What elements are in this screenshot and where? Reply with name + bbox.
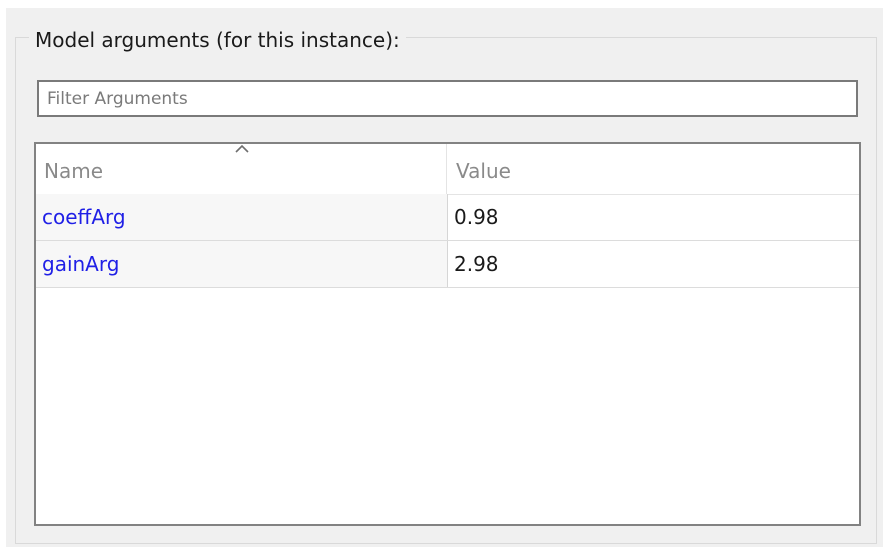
arguments-table: Name Value coeffArg 0.98 gainArg 2.98 bbox=[34, 142, 861, 526]
table-row[interactable]: gainArg 2.98 bbox=[36, 241, 859, 288]
chevron-up-icon bbox=[235, 144, 249, 153]
column-header-value-label: Value bbox=[456, 159, 511, 183]
group-title: Model arguments (for this instance): bbox=[29, 27, 406, 53]
filter-arguments-input[interactable] bbox=[37, 80, 858, 117]
column-header-name-label: Name bbox=[44, 159, 104, 183]
table-header: Name Value bbox=[36, 144, 859, 195]
table-row[interactable]: coeffArg 0.98 bbox=[36, 194, 859, 241]
argument-value-cell[interactable]: 0.98 bbox=[448, 194, 859, 240]
argument-value-cell[interactable]: 2.98 bbox=[448, 241, 859, 287]
argument-name-cell[interactable]: gainArg bbox=[36, 241, 448, 287]
column-header-name[interactable]: Name bbox=[36, 144, 447, 194]
argument-name-cell[interactable]: coeffArg bbox=[36, 194, 448, 240]
column-header-value[interactable]: Value bbox=[447, 144, 859, 194]
